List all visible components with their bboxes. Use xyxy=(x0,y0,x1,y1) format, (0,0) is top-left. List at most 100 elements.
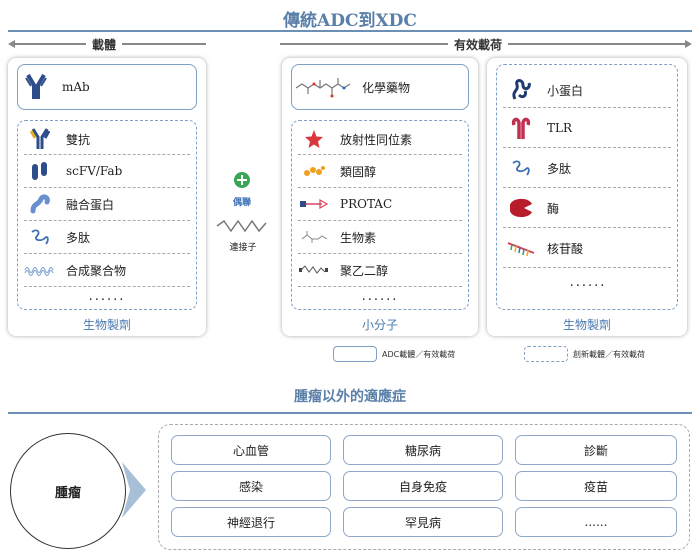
separator xyxy=(298,220,462,221)
polymer-icon xyxy=(22,264,58,276)
tlr-receptor-icon xyxy=(503,115,539,141)
indication-diabetes: 糖尿病 xyxy=(343,435,503,465)
payload-item-label: 聚乙二醇 xyxy=(340,263,389,278)
title-divider xyxy=(8,30,692,32)
page-title: 傳統ADC到XDC xyxy=(283,11,417,31)
biologic-innovative-box: 小蛋白 TLR 多肽 酶 核苷酸 ...... xyxy=(496,64,678,310)
separator xyxy=(503,107,671,108)
carrier-footer: 生物製劑 xyxy=(82,318,131,332)
payload-item-label: 小蛋白 xyxy=(547,83,584,98)
indication-cardiovascular: 心血管 xyxy=(171,435,331,465)
payload-item-nucleotide: 核苷酸 xyxy=(503,233,673,263)
payload-item-enzyme: 酶 xyxy=(503,193,673,223)
legend-solid-label: ADC載體／有效載荷 xyxy=(382,350,456,359)
separator xyxy=(503,187,671,188)
payload-item-peptide: 多肽 xyxy=(503,153,673,183)
payload-item-peg: 聚乙二醇 xyxy=(296,256,464,284)
carrier-header: 載體 xyxy=(86,36,123,53)
indications-container: 心血管 糖尿病 診斷 感染 自身免疫 疫苗 神經退行 罕見病 ...... xyxy=(158,424,690,550)
steroid-icon xyxy=(296,164,332,178)
carrier-item-peptide: 多肽 xyxy=(22,223,192,251)
payload-item-label: 核苷酸 xyxy=(547,241,584,256)
carrier-item-label: 雙抗 xyxy=(66,132,91,147)
small-molecule-footer: 小分子 xyxy=(361,318,398,332)
chemical-drug-label: 化學藥物 xyxy=(362,80,411,95)
antibody-icon xyxy=(18,73,54,101)
indication-autoimmune: 自身免疫 xyxy=(343,471,503,501)
linker-zigzag-icon xyxy=(216,218,270,237)
carrier-item-scfv: scFV/Fab xyxy=(22,157,192,185)
peptide-icon xyxy=(503,157,539,179)
carrier-item-label: 多肽 xyxy=(66,230,91,245)
bio-more-dots: ...... xyxy=(569,275,607,290)
indications-divider xyxy=(8,412,692,414)
carrier-item-bispecific: 雙抗 xyxy=(22,125,192,153)
fusion-protein-icon xyxy=(22,193,58,215)
indication-neurodegeneration: 神經退行 xyxy=(171,507,331,537)
payload-item-label: 酶 xyxy=(547,201,560,216)
separator xyxy=(298,253,462,254)
separator xyxy=(24,187,190,188)
payload-item-label: TLR xyxy=(547,121,573,135)
separator xyxy=(503,267,671,268)
small-protein-icon xyxy=(503,77,539,103)
carrier-mab-label: mAb xyxy=(62,80,90,94)
separator xyxy=(298,187,462,188)
carrier-panel: mAb 雙抗 scFV/Fab 融合蛋白 多肽 合成聚合物 ...... 生物製… xyxy=(8,58,206,336)
plus-icon xyxy=(234,172,250,192)
payload-item-protac: PROTAC xyxy=(296,190,464,218)
payload-item-steroid: 類固醇 xyxy=(296,157,464,185)
payload-item-label: PROTAC xyxy=(340,197,393,211)
carrier-item-fusion-protein: 融合蛋白 xyxy=(22,190,192,218)
tumor-circle: 腫瘤 xyxy=(10,433,126,549)
separator xyxy=(24,154,190,155)
payload-item-label: 生物素 xyxy=(340,230,377,245)
bispecific-antibody-icon xyxy=(22,127,58,151)
payload-header: 有效載荷 xyxy=(448,36,509,53)
separator xyxy=(24,286,190,287)
payload-item-label: 多肽 xyxy=(547,161,572,176)
chemical-drug-box: 化學藥物 xyxy=(291,64,469,110)
protac-icon xyxy=(296,199,332,209)
enzyme-icon xyxy=(503,196,539,220)
legend-dashed-swatch xyxy=(524,346,568,362)
chemical-structure-icon xyxy=(292,74,354,100)
indication-more: ...... xyxy=(515,507,677,537)
radioisotope-star-icon xyxy=(296,129,332,149)
carrier-item-label: scFV/Fab xyxy=(66,164,123,178)
linker-label: 連接子 xyxy=(229,243,257,253)
payload-item-radioisotope: 放射性同位素 xyxy=(296,125,464,153)
peptide-icon xyxy=(22,226,58,248)
payload-arrow-right xyxy=(685,40,692,48)
chevron-right-icon xyxy=(120,460,148,524)
carrier-item-label: 合成聚合物 xyxy=(66,263,127,278)
biotin-structure-icon xyxy=(296,229,332,245)
separator xyxy=(503,147,671,148)
carrier-mab-box: mAb xyxy=(17,64,197,110)
small-molecule-innovative-box: 放射性同位素 類固醇 PROTAC 生物素 聚乙二醇 ...... xyxy=(291,120,469,310)
indication-vaccine: 疫苗 xyxy=(515,471,677,501)
separator xyxy=(24,253,190,254)
separator xyxy=(24,220,190,221)
carrier-item-polymer: 合成聚合物 xyxy=(22,256,192,284)
legend-dashed-label: 創新載體／有效載荷 xyxy=(573,350,645,359)
nucleotide-icon xyxy=(503,239,539,257)
separator xyxy=(503,227,671,228)
indication-rare-disease: 罕見病 xyxy=(343,507,503,537)
conjugation-label: 偶聯 xyxy=(232,198,251,208)
indications-title: 腫瘤以外的適應症 xyxy=(294,389,406,405)
indication-diagnosis: 診斷 xyxy=(515,435,677,465)
biologic-payload-panel: 小蛋白 TLR 多肽 酶 核苷酸 ...... 生物製劑 xyxy=(487,58,687,336)
payload-item-label: 放射性同位素 xyxy=(340,132,413,147)
indication-infection: 感染 xyxy=(171,471,331,501)
separator xyxy=(298,154,462,155)
legend-solid-swatch xyxy=(333,346,377,362)
carrier-item-label: 融合蛋白 xyxy=(66,197,115,212)
carrier-more-dots: ...... xyxy=(88,289,126,304)
payload-item-tlr: TLR xyxy=(503,113,673,143)
small-more-dots: ...... xyxy=(361,289,399,304)
separator xyxy=(298,286,462,287)
small-molecule-panel: 化學藥物 放射性同位素 類固醇 PROTAC 生物素 聚乙二醇 ...... 小… xyxy=(282,58,478,336)
payload-item-small-protein: 小蛋白 xyxy=(503,75,673,105)
payload-item-biotin: 生物素 xyxy=(296,223,464,251)
